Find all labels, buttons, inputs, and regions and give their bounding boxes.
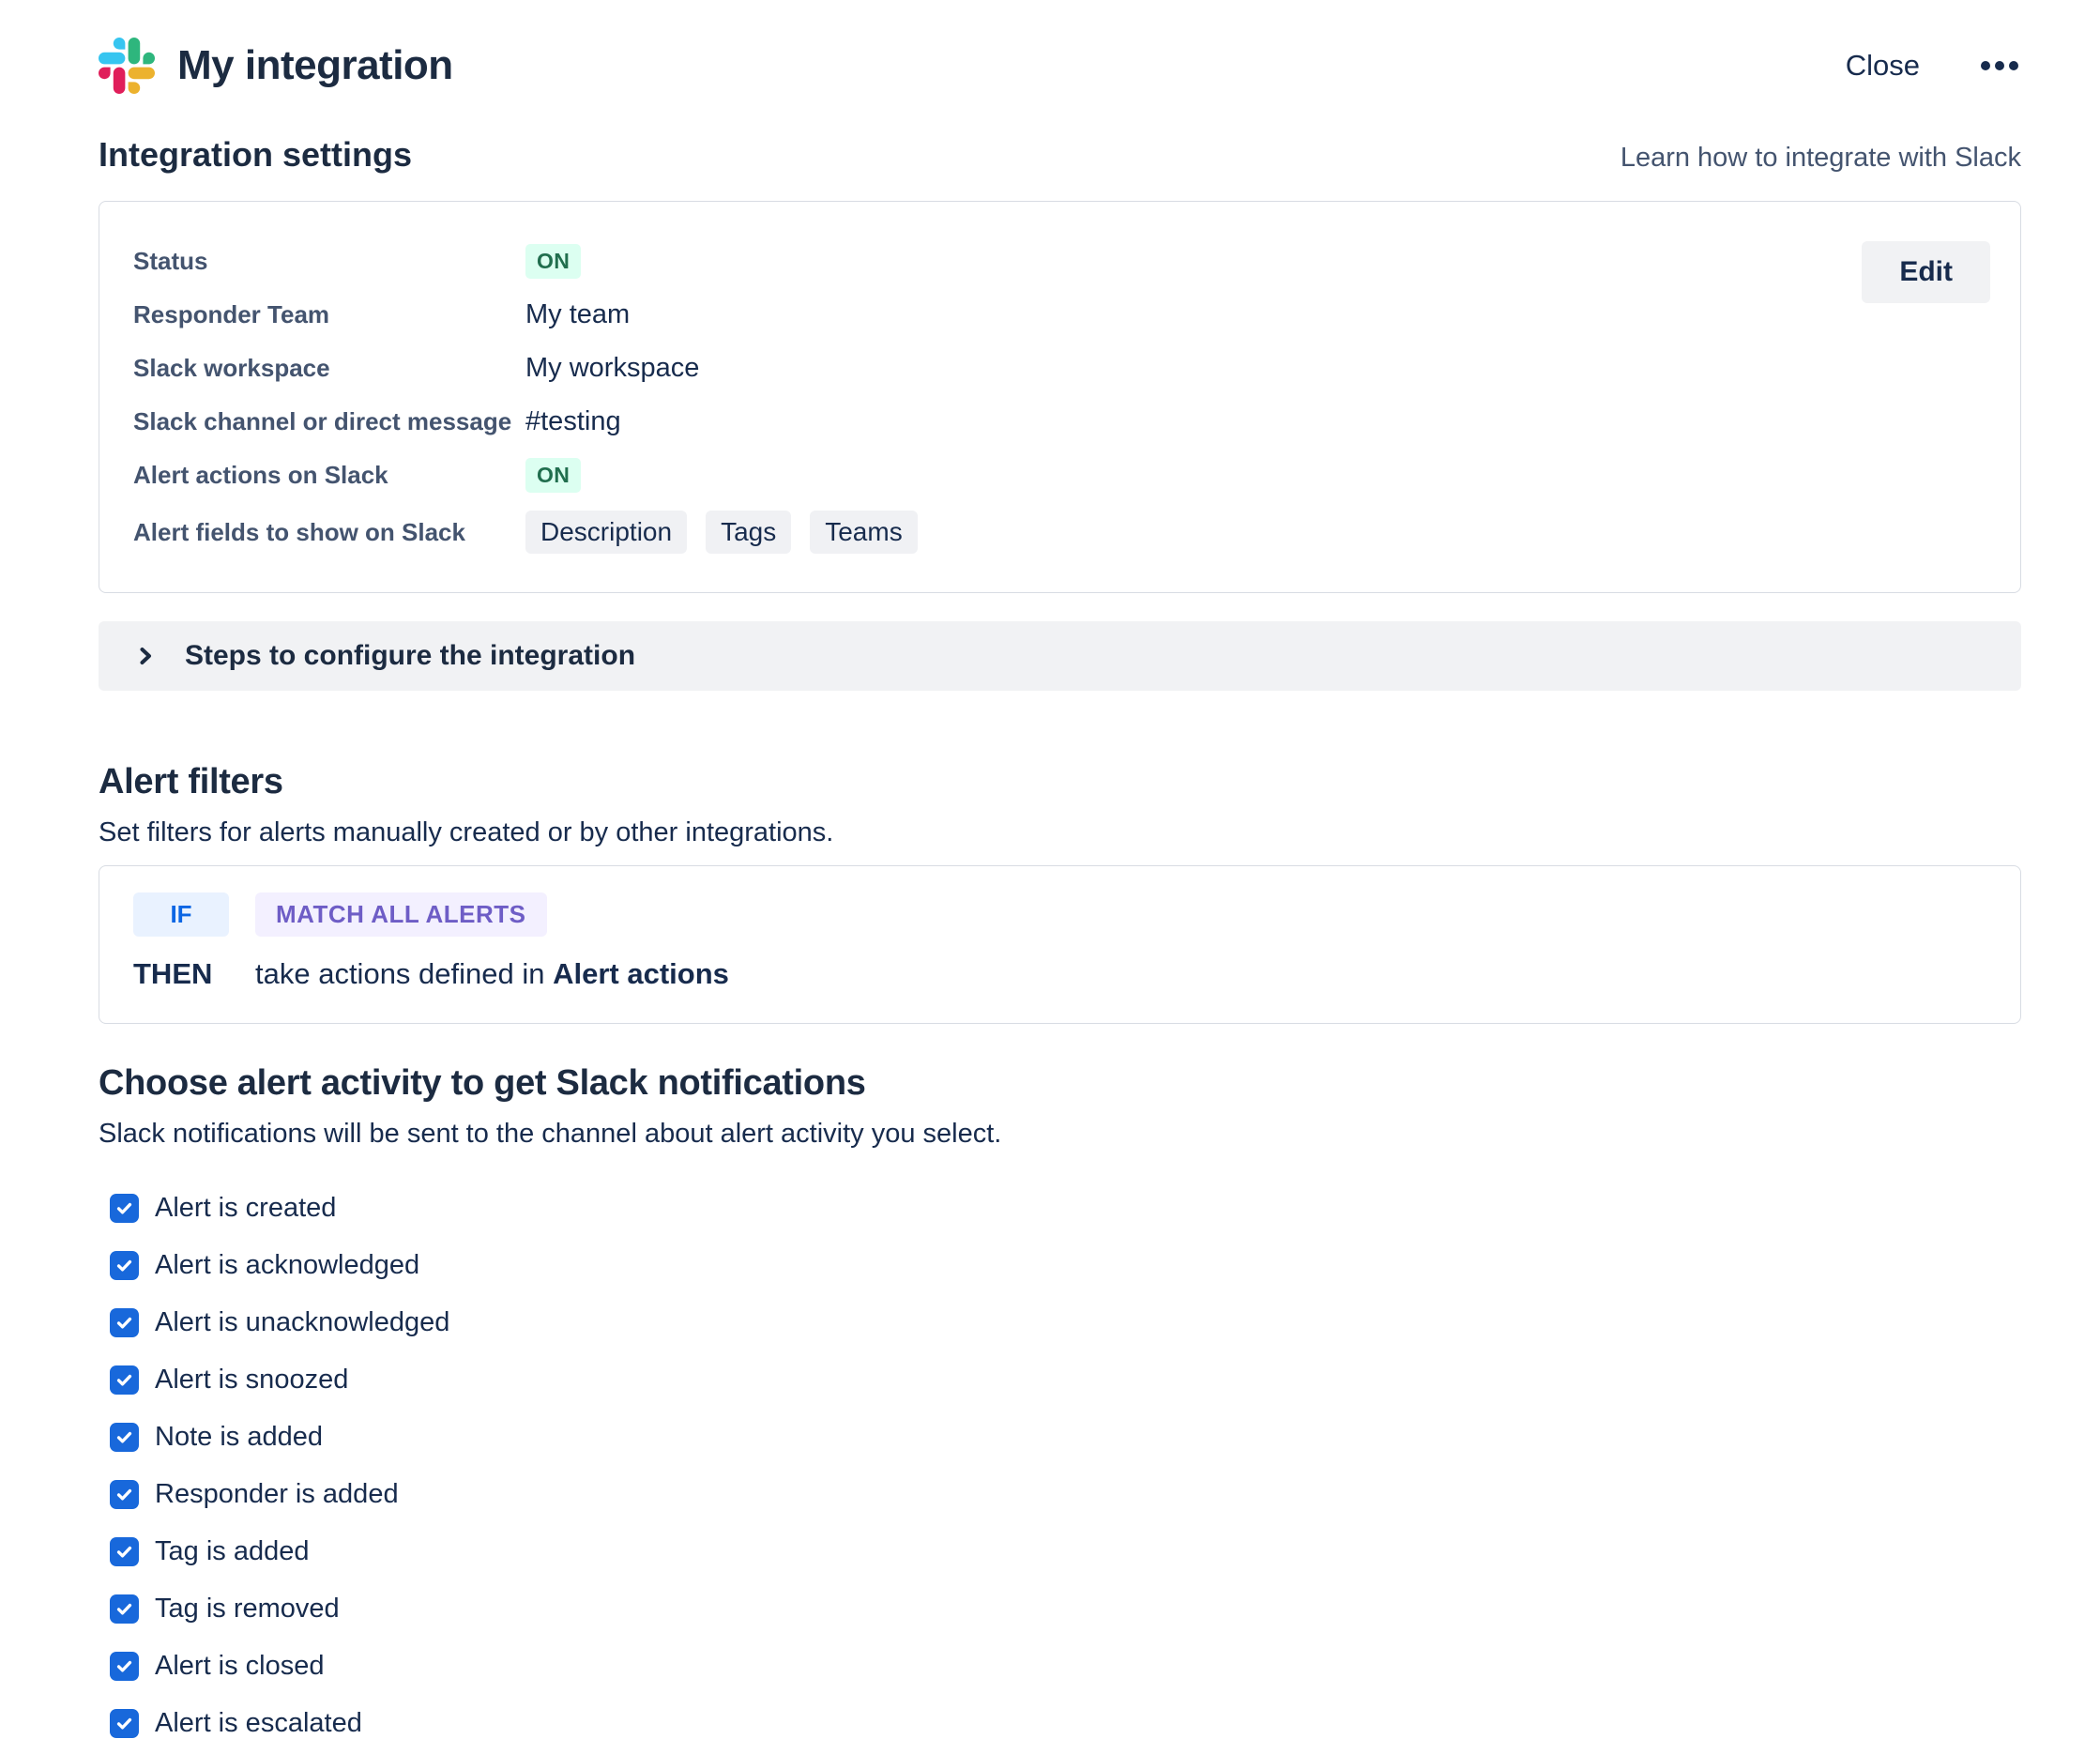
checkbox-checked[interactable] bbox=[110, 1194, 139, 1223]
slack-logo-icon bbox=[99, 38, 155, 94]
chevron-right-icon bbox=[134, 645, 157, 667]
field-label: Alert actions on Slack bbox=[133, 461, 525, 490]
then-text: take actions defined in Alert actions bbox=[255, 957, 729, 991]
checkbox-checked[interactable] bbox=[110, 1423, 139, 1452]
page-title: My integration bbox=[177, 42, 453, 89]
steps-accordion-label: Steps to configure the integration bbox=[185, 640, 635, 672]
checkbox-checked[interactable] bbox=[110, 1594, 139, 1624]
alert-activity-item: Alert is snoozed bbox=[99, 1365, 2021, 1396]
integration-settings-page: My integration Close Integration setting… bbox=[0, 0, 2100, 1739]
filter-if-row: IF MATCH ALL ALERTS bbox=[133, 892, 1986, 937]
alert-activity-label: Tag is removed bbox=[155, 1594, 340, 1625]
checkbox-checked[interactable] bbox=[110, 1251, 139, 1280]
checkbox-checked[interactable] bbox=[110, 1537, 139, 1566]
settings-row: Slack channel or direct message#testing bbox=[133, 404, 1986, 439]
field-label: Slack workspace bbox=[133, 354, 525, 383]
close-button[interactable]: Close bbox=[1846, 49, 1920, 83]
edit-button[interactable]: Edit bbox=[1862, 241, 1990, 303]
field-value-text: #testing bbox=[525, 406, 621, 437]
settings-row: Alert actions on SlackON bbox=[133, 457, 1986, 493]
alert-activity-list: Alert is created Alert is acknowledged Ale… bbox=[99, 1193, 2021, 1739]
alert-activity-label: Alert is closed bbox=[155, 1651, 325, 1682]
alert-activity-item: Alert is created bbox=[99, 1193, 2021, 1224]
field-value: ON bbox=[525, 244, 581, 279]
alert-filters-heading: Alert filters bbox=[99, 762, 2021, 802]
page-header: My integration Close bbox=[99, 36, 2021, 96]
settings-rows: StatusONResponder TeamMy teamSlack works… bbox=[133, 243, 1986, 554]
field-value: ON bbox=[525, 458, 581, 493]
alert-activity-label: Alert is escalated bbox=[155, 1708, 362, 1739]
alert-activity-label: Alert is created bbox=[155, 1193, 336, 1224]
filter-then-row: THEN take actions defined in Alert actio… bbox=[133, 957, 1986, 991]
alert-activity-label: Tag is added bbox=[155, 1536, 309, 1567]
field-label: Alert fields to show on Slack bbox=[133, 518, 525, 547]
integration-settings-header-row: Integration settings Learn how to integr… bbox=[99, 135, 2021, 175]
checkmark-icon bbox=[115, 1314, 133, 1332]
checkbox-checked[interactable] bbox=[110, 1709, 139, 1738]
checkmark-icon bbox=[115, 1657, 133, 1675]
checkbox-checked[interactable] bbox=[110, 1652, 139, 1681]
field-tag: Description bbox=[525, 511, 687, 554]
field-value: Description Tags Teams bbox=[525, 511, 936, 554]
header-title-group: My integration bbox=[99, 38, 453, 94]
settings-row: StatusON bbox=[133, 243, 1986, 279]
checkmark-icon bbox=[115, 1428, 133, 1446]
field-label: Responder Team bbox=[133, 300, 525, 329]
learn-how-link[interactable]: Learn how to integrate with Slack bbox=[1621, 143, 2021, 174]
alert-filter-card: IF MATCH ALL ALERTS THEN take actions de… bbox=[99, 865, 2021, 1024]
integration-settings-heading: Integration settings bbox=[99, 135, 412, 175]
settings-row: Alert fields to show on SlackDescription… bbox=[133, 511, 1986, 554]
checkbox-checked[interactable] bbox=[110, 1480, 139, 1509]
alert-actions-emphasis: Alert actions bbox=[553, 957, 729, 990]
alert-filters-description: Set filters for alerts manually created … bbox=[99, 817, 2021, 848]
alert-activity-label: Alert is snoozed bbox=[155, 1365, 348, 1396]
settings-row: Responder TeamMy team bbox=[133, 297, 1986, 332]
alert-activity-item: Responder is added bbox=[99, 1479, 2021, 1510]
more-options-icon[interactable] bbox=[1978, 54, 2021, 77]
status-on-badge: ON bbox=[525, 244, 581, 279]
status-on-badge: ON bbox=[525, 458, 581, 493]
settings-card: StatusONResponder TeamMy teamSlack works… bbox=[99, 201, 2021, 593]
field-value: My team bbox=[525, 299, 630, 330]
header-actions: Close bbox=[1846, 49, 2021, 83]
field-label: Status bbox=[133, 247, 525, 276]
settings-row: Slack workspaceMy workspace bbox=[133, 350, 1986, 386]
alert-activity-label: Responder is added bbox=[155, 1479, 399, 1510]
steps-accordion[interactable]: Steps to configure the integration bbox=[99, 621, 2021, 691]
then-label: THEN bbox=[133, 957, 255, 991]
alert-activity-item: Tag is removed bbox=[99, 1594, 2021, 1625]
checkmark-icon bbox=[115, 1371, 133, 1389]
alert-activity-label: Note is added bbox=[155, 1422, 323, 1453]
checkmark-icon bbox=[115, 1600, 133, 1618]
alert-activity-item: Tag is added bbox=[99, 1536, 2021, 1567]
notifications-description: Slack notifications will be sent to the … bbox=[99, 1119, 2021, 1150]
match-all-alerts-badge: MATCH ALL ALERTS bbox=[255, 892, 547, 937]
checkmark-icon bbox=[115, 1486, 133, 1503]
notifications-heading: Choose alert activity to get Slack notif… bbox=[99, 1063, 2021, 1104]
checkmark-icon bbox=[115, 1715, 133, 1732]
field-value: #testing bbox=[525, 406, 621, 437]
checkmark-icon bbox=[115, 1543, 133, 1561]
checkmark-icon bbox=[115, 1199, 133, 1217]
field-value-text: My team bbox=[525, 299, 630, 330]
alert-activity-label: Alert is acknowledged bbox=[155, 1250, 419, 1281]
alert-activity-item: Alert is closed bbox=[99, 1651, 2021, 1682]
field-tag: Teams bbox=[810, 511, 917, 554]
alert-activity-item: Alert is escalated bbox=[99, 1708, 2021, 1739]
alert-activity-item: Alert is unacknowledged bbox=[99, 1307, 2021, 1338]
field-value-text: My workspace bbox=[525, 353, 699, 384]
field-label: Slack channel or direct message bbox=[133, 407, 525, 436]
if-badge: IF bbox=[133, 892, 229, 937]
field-tag: Tags bbox=[706, 511, 791, 554]
alert-activity-item: Note is added bbox=[99, 1422, 2021, 1453]
alert-activity-item: Alert is acknowledged bbox=[99, 1250, 2021, 1281]
checkmark-icon bbox=[115, 1257, 133, 1274]
field-value: My workspace bbox=[525, 353, 699, 384]
checkbox-checked[interactable] bbox=[110, 1308, 139, 1337]
alert-activity-label: Alert is unacknowledged bbox=[155, 1307, 449, 1338]
checkbox-checked[interactable] bbox=[110, 1365, 139, 1395]
